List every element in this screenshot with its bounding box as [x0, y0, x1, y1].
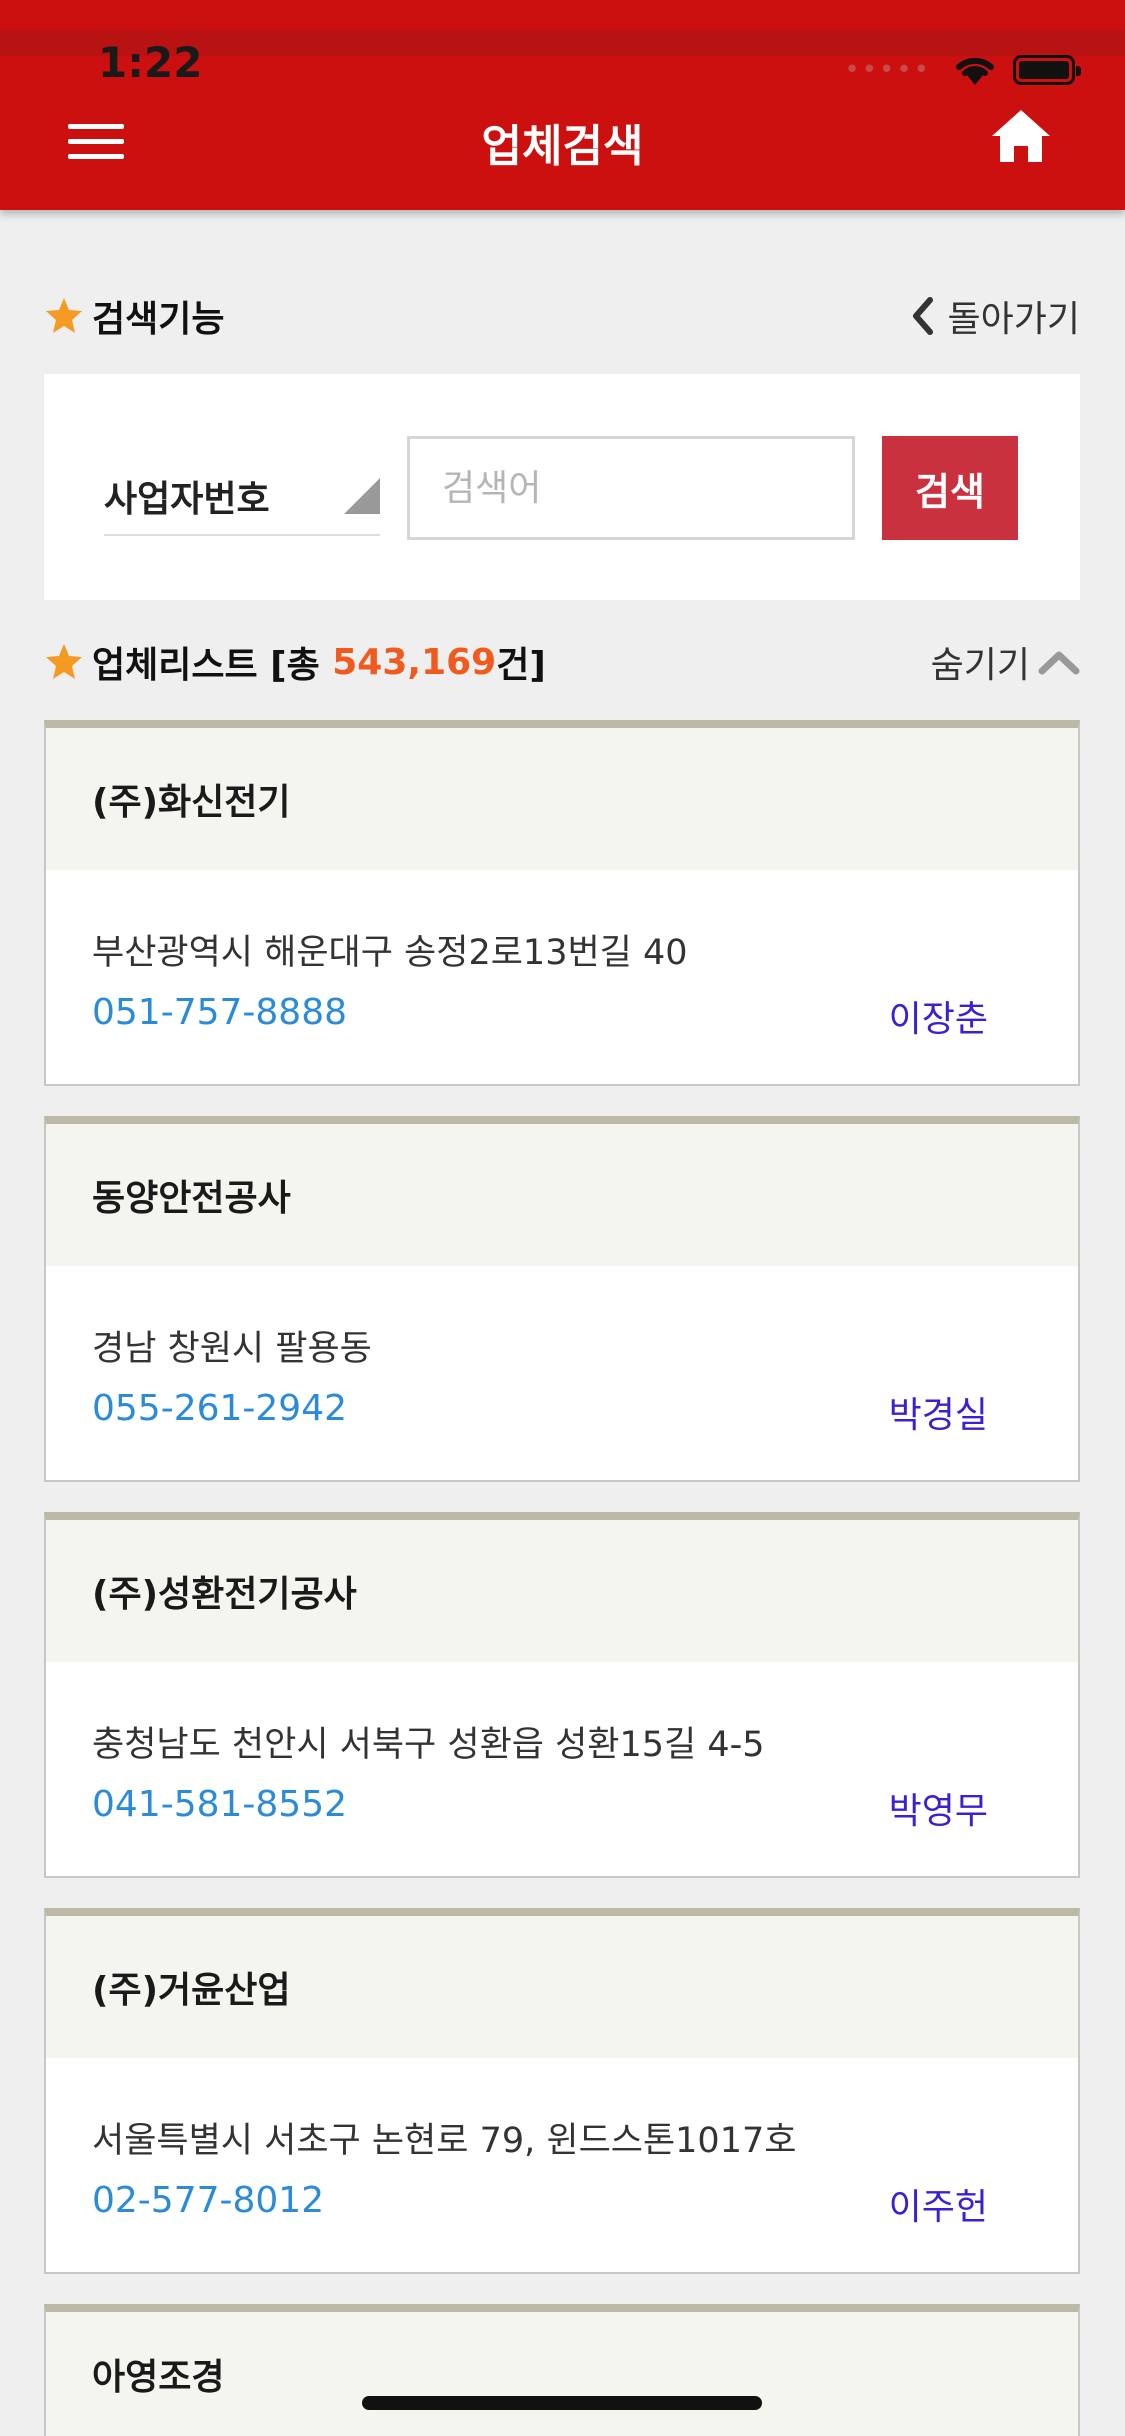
star-icon [46, 298, 82, 333]
search-panel: 사업자번호 검색 [44, 374, 1080, 600]
back-link[interactable]: 돌아가기 [908, 290, 1080, 342]
company-name: 동양안전공사 [92, 1178, 291, 1219]
search-section-title: 검색기능 [92, 299, 225, 340]
search-type-value: 사업자번호 [104, 479, 270, 520]
company-card[interactable]: (주)성환전기공사 충청남도 천안시 서북구 성환읍 성환15길 4-5 041… [44, 1512, 1080, 1878]
company-contact: 이주헌 [888, 2187, 988, 2228]
company-card[interactable]: 아영조경 [44, 2304, 1080, 2436]
company-phone[interactable]: 055-261-2942 [92, 1388, 347, 1429]
signal-dots: ••••• [844, 55, 931, 85]
company-name: (주)성환전기공사 [92, 1574, 357, 1615]
star-icon [46, 644, 82, 679]
total-count: 543,169 [332, 641, 497, 683]
status-icons: ••••• [844, 50, 1081, 90]
list-title-suffix: 건] [496, 645, 546, 686]
company-card[interactable]: 동양안전공사 경남 창원시 팔용동 055-261-2942 박경실 [44, 1116, 1080, 1482]
company-address: 경남 창원시 팔용동 [92, 1329, 372, 1369]
search-button[interactable]: 검색 [882, 436, 1018, 540]
chevron-left-icon [912, 297, 933, 335]
chevron-up-icon [1038, 651, 1080, 675]
list-section-header: 업체리스트 [총 543,169 건] 숨기기 [44, 632, 1080, 692]
company-name: 아영조경 [92, 2357, 225, 2398]
hide-toggle[interactable]: 숨기기 [931, 636, 1080, 688]
page-title: 업체검색 [481, 121, 644, 172]
search-section-header: 검색기능 돌아가기 [44, 286, 1080, 346]
home-icon[interactable] [990, 108, 1052, 164]
company-name: (주)화신전기 [92, 782, 291, 823]
battery-icon [1013, 55, 1081, 85]
company-phone[interactable]: 041-581-8552 [92, 1784, 347, 1825]
search-type-select[interactable]: 사업자번호 [104, 436, 380, 536]
hide-label: 숨기기 [930, 645, 1030, 686]
company-phone[interactable]: 051-757-8888 [92, 992, 347, 1033]
company-contact: 박영무 [888, 1791, 988, 1832]
company-address: 서울특별시 서초구 논현로 79, 윈드스톤1017호 [92, 2121, 797, 2161]
company-card[interactable]: (주)화신전기 부산광역시 해운대구 송정2로13번길 40 051-757-8… [44, 720, 1080, 1086]
dropdown-triangle-icon [344, 478, 380, 514]
company-phone[interactable]: 02-577-8012 [92, 2180, 324, 2221]
wifi-icon [956, 57, 994, 85]
company-card[interactable]: (주)거윤산업 서울특별시 서초구 논현로 79, 윈드스톤1017호 02-5… [44, 1908, 1080, 2274]
home-indicator[interactable] [362, 2396, 762, 2410]
company-address: 부산광역시 해운대구 송정2로13번길 40 [92, 933, 688, 973]
company-address: 충청남도 천안시 서북구 성환읍 성환15길 4-5 [92, 1725, 765, 1765]
search-input[interactable] [407, 436, 855, 540]
status-time: 1:22 [98, 38, 203, 87]
company-name: (주)거윤산업 [92, 1970, 291, 2011]
company-contact: 이장춘 [888, 999, 988, 1040]
list-title-prefix: 업체리스트 [총 [92, 645, 333, 686]
app-header: 1:22 ••••• 업체검색 [0, 0, 1125, 210]
back-label: 돌아가기 [947, 299, 1080, 340]
company-contact: 박경실 [888, 1395, 988, 1436]
